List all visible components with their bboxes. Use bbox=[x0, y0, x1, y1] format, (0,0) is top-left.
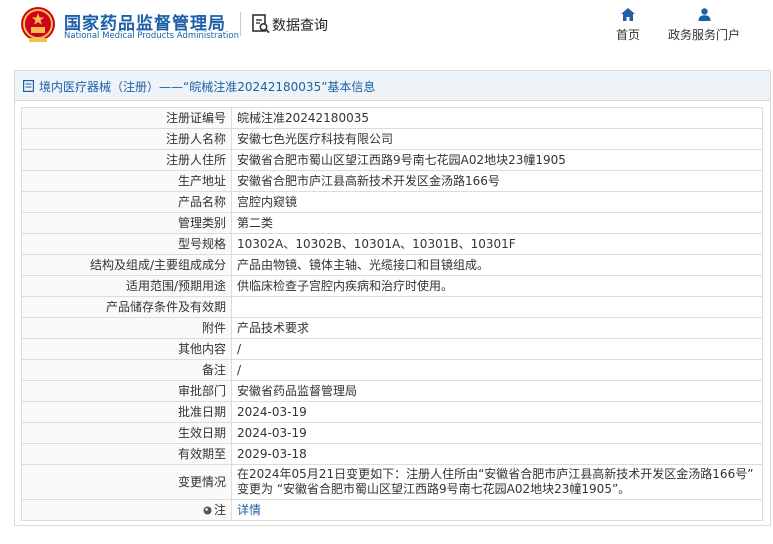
field-value: 供临床检查子宫腔内疾病和治疗时使用。 bbox=[231, 275, 763, 297]
field-label: 型号规格 bbox=[21, 233, 232, 255]
nav-home[interactable]: 首页 bbox=[613, 8, 643, 43]
table-row: 注册人住所 安徽省合肥市蜀山区望江西路9号南七花园A02地块23幢1905 bbox=[21, 149, 763, 171]
table-row: 结构及组成/主要组成成分 产品由物镜、镜体主轴、光缆接口和目镜组成。 bbox=[21, 254, 763, 276]
field-label: 注册证编号 bbox=[21, 107, 232, 129]
field-label: 其他内容 bbox=[21, 338, 232, 360]
field-value: 产品技术要求 bbox=[231, 317, 763, 339]
table-row: 有效期至 2029-03-18 bbox=[21, 443, 763, 465]
nav-home-label: 首页 bbox=[615, 28, 640, 42]
field-label: 注册人住所 bbox=[21, 149, 232, 171]
table-row: 产品储存条件及有效期 bbox=[21, 296, 763, 318]
field-value: 10302A、10302B、10301A、10301B、10301F bbox=[231, 233, 763, 255]
table-row: 批准日期 2024-03-19 bbox=[21, 401, 763, 423]
table-row-note: 注详情 bbox=[21, 499, 763, 521]
header-divider bbox=[240, 12, 241, 36]
table-row: 管理类别 第二类 bbox=[21, 212, 763, 234]
field-label: 附件 bbox=[21, 317, 232, 339]
field-value: 安徽七色光医疗科技有限公司 bbox=[231, 128, 763, 150]
table-row: 变更情况 在2024年05月21日变更如下：注册人住所由“安徽省合肥市庐江县高新技… bbox=[21, 464, 763, 500]
field-value: / bbox=[231, 338, 763, 360]
table-row: 备注 / bbox=[21, 359, 763, 381]
field-value: 2024-03-19 bbox=[231, 401, 763, 423]
field-label: 管理类别 bbox=[21, 212, 232, 234]
field-value: 皖械注准20242180035 bbox=[231, 107, 763, 129]
field-label: 注册人名称 bbox=[21, 128, 232, 150]
nav-gov-label: 政务服务门户 bbox=[667, 28, 740, 42]
field-label: 生产地址 bbox=[21, 170, 232, 192]
panel-header: 境内医疗器械（注册）——“皖械注准20242180035”基本信息 bbox=[15, 71, 770, 101]
table-row: 注册证编号 皖械注准20242180035 bbox=[21, 107, 763, 129]
field-value: 2029-03-18 bbox=[231, 443, 763, 465]
field-label: 变更情况 bbox=[21, 464, 232, 500]
section-title: 数据查询 bbox=[272, 18, 328, 34]
document-icon bbox=[23, 80, 34, 92]
table-row: 生效日期 2024-03-19 bbox=[21, 422, 763, 444]
field-value: 2024-03-19 bbox=[231, 422, 763, 444]
field-label: 备注 bbox=[21, 359, 232, 381]
note-label-cell: 注 bbox=[21, 499, 232, 521]
note-label: 注 bbox=[213, 502, 226, 517]
field-label: 产品储存条件及有效期 bbox=[21, 296, 232, 318]
note-value-cell: 详情 bbox=[231, 499, 763, 521]
national-emblem-icon bbox=[21, 7, 55, 42]
table-row: 附件 产品技术要求 bbox=[21, 317, 763, 339]
table-row: 产品名称 宫腔内窥镜 bbox=[21, 191, 763, 213]
home-icon bbox=[621, 8, 635, 21]
field-value: 产品由物镜、镜体主轴、光缆接口和目镜组成。 bbox=[231, 254, 763, 276]
field-value: 在2024年05月21日变更如下：注册人住所由“安徽省合肥市庐江县高新技术开发区… bbox=[231, 464, 763, 500]
table-row: 审批部门 安徽省药品监督管理局 bbox=[21, 380, 763, 402]
field-value: 安徽省合肥市蜀山区望江西路9号南七花园A02地块23幢1905 bbox=[231, 149, 763, 171]
table-row: 生产地址 安徽省合肥市庐江县高新技术开发区金汤路166号 bbox=[21, 170, 763, 192]
nav-gov-service-portal[interactable]: 政务服务门户 bbox=[664, 8, 744, 43]
table-row: 注册人名称 安徽七色光医疗科技有限公司 bbox=[21, 128, 763, 150]
table-row: 型号规格 10302A、10302B、10301A、10301B、10301F bbox=[21, 233, 763, 255]
user-icon bbox=[698, 8, 710, 21]
data-query-icon bbox=[252, 14, 270, 34]
field-label: 批准日期 bbox=[21, 401, 232, 423]
field-label: 结构及组成/主要组成成分 bbox=[21, 254, 232, 276]
field-label: 适用范围/预期用途 bbox=[21, 275, 232, 297]
info-dot-icon bbox=[203, 506, 212, 514]
panel-title: 境内医疗器械（注册）——“皖械注准20242180035”基本信息 bbox=[39, 80, 376, 94]
site-header: 国家药品监督管理局 National Medical Products Admi… bbox=[0, 0, 773, 58]
field-label: 生效日期 bbox=[21, 422, 232, 444]
field-value: 安徽省合肥市庐江县高新技术开发区金汤路166号 bbox=[231, 170, 763, 192]
field-value bbox=[231, 296, 763, 318]
field-label: 产品名称 bbox=[21, 191, 232, 213]
registration-info-table: 注册证编号 皖械注准20242180035 注册人名称 安徽七色光医疗科技有限公司 注册… bbox=[21, 107, 763, 521]
field-value: / bbox=[231, 359, 763, 381]
field-value: 第二类 bbox=[231, 212, 763, 234]
field-value: 宫腔内窥镜 bbox=[231, 191, 763, 213]
detail-panel: 境内医疗器械（注册）——“皖械注准20242180035”基本信息 注册证编号皖… bbox=[14, 70, 771, 526]
field-label: 有效期至 bbox=[21, 443, 232, 465]
table-row: 适用范围/预期用途 供临床检查子宫腔内疾病和治疗时使用。 bbox=[21, 275, 763, 297]
table-row: 其他内容 / bbox=[21, 338, 763, 360]
field-value: 安徽省药品监督管理局 bbox=[231, 380, 763, 402]
details-link[interactable]: 详情 bbox=[237, 503, 261, 517]
org-name-en: National Medical Products Administration bbox=[64, 31, 239, 41]
field-label: 审批部门 bbox=[21, 380, 232, 402]
